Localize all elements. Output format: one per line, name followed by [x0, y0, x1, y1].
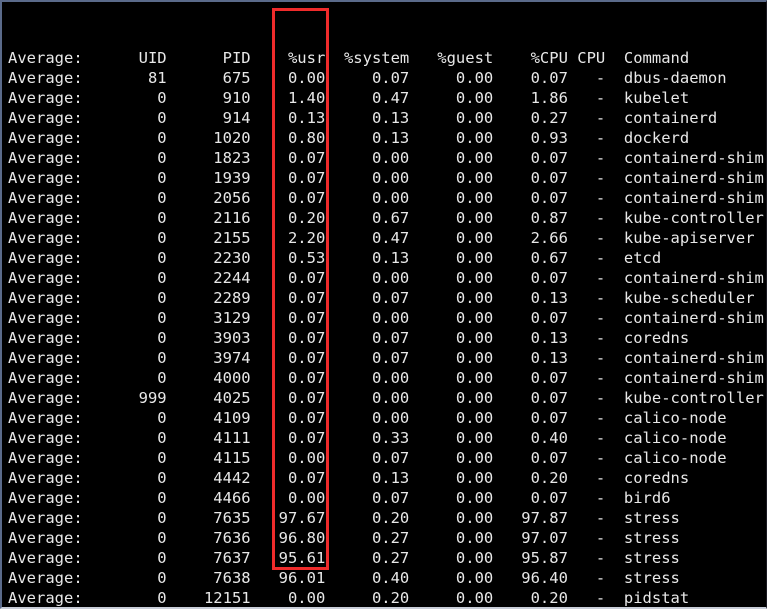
- table-row: Average: 0 3903 0.07 0.07 0.00 0.13 - co…: [8, 329, 690, 347]
- table-row: Average: 999 4025 0.07 0.00 0.00 0.07 - …: [8, 389, 764, 407]
- table-row: Average: 0 7635 97.67 0.20 0.00 97.87 - …: [8, 509, 680, 527]
- table-row: Average: 0 4109 0.07 0.00 0.00 0.07 - ca…: [8, 409, 727, 427]
- table-row: Average: 0 1020 0.80 0.13 0.00 0.93 - do…: [8, 129, 690, 147]
- table-row: Average: 0 1939 0.07 0.00 0.00 0.07 - co…: [8, 169, 764, 187]
- table-row: Average: 0 2244 0.07 0.00 0.00 0.07 - co…: [8, 269, 764, 287]
- table-row: Average: 0 910 1.40 0.47 0.00 1.86 - kub…: [8, 89, 690, 107]
- table-row: Average: 0 7638 96.01 0.40 0.00 96.40 - …: [8, 569, 680, 587]
- table-row: Average: 0 2230 0.53 0.13 0.00 0.67 - et…: [8, 249, 662, 267]
- table-row: Average: 0 4442 0.07 0.13 0.00 0.20 - co…: [8, 469, 690, 487]
- table-row: Average: 0 3129 0.07 0.00 0.00 0.07 - co…: [8, 309, 764, 327]
- table-row: Average: 0 4466 0.00 0.07 0.00 0.07 - bi…: [8, 489, 671, 507]
- table-row: Average: 0 4111 0.07 0.33 0.00 0.40 - ca…: [8, 429, 727, 447]
- terminal-window[interactable]: Average: UID PID %usr %system %guest %CP…: [0, 0, 767, 609]
- table-row: Average: 0 7637 95.61 0.27 0.00 95.87 - …: [8, 549, 680, 567]
- table-row: Average: 0 7636 96.80 0.27 0.00 97.07 - …: [8, 529, 680, 547]
- table-row: Average: 0 3974 0.07 0.07 0.00 0.13 - co…: [8, 349, 764, 367]
- table-row: Average: 0 2155 2.20 0.47 0.00 2.66 - ku…: [8, 229, 755, 247]
- table-row: Average: 0 2116 0.20 0.67 0.00 0.87 - ku…: [8, 209, 764, 227]
- table-header-row: Average: UID PID %usr %system %guest %CP…: [8, 49, 690, 67]
- table-row: Average: 0 2056 0.07 0.00 0.00 0.07 - co…: [8, 189, 764, 207]
- terminal-lines: Average: UID PID %usr %system %guest %CP…: [8, 48, 764, 607]
- table-row: Average: 0 4115 0.00 0.07 0.00 0.07 - ca…: [8, 449, 727, 467]
- terminal-output: Average: UID PID %usr %system %guest %CP…: [2, 2, 764, 607]
- table-row: Average: 0 2289 0.07 0.07 0.00 0.13 - ku…: [8, 289, 755, 307]
- table-row: Average: 0 4000 0.07 0.00 0.00 0.07 - co…: [8, 369, 764, 387]
- table-row: Average: 0 12151 0.00 0.20 0.00 0.20 - p…: [8, 589, 690, 607]
- table-row: Average: 0 1823 0.07 0.00 0.00 0.07 - co…: [8, 149, 764, 167]
- table-row: Average: 0 914 0.13 0.13 0.00 0.27 - con…: [8, 109, 718, 127]
- table-row: Average: 81 675 0.00 0.07 0.00 0.07 - db…: [8, 69, 727, 87]
